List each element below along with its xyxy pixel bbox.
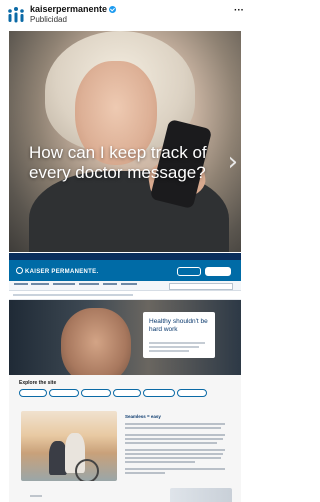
account-name[interactable]: kaiserpermanente [30, 4, 107, 14]
promo-card-text [149, 350, 189, 352]
site-utility-bar [9, 291, 241, 300]
site-search-input[interactable] [169, 283, 233, 290]
feature-text [125, 427, 221, 429]
site-menu-item[interactable] [103, 283, 117, 285]
explore-chip[interactable] [49, 389, 79, 397]
feature-text [125, 457, 221, 459]
more-options-icon[interactable]: ··· [234, 5, 244, 16]
site-logo-text: KAISER PERMANENTE. [25, 269, 99, 275]
explore-chip[interactable] [19, 389, 47, 397]
promo-card-text [149, 342, 205, 344]
next-section-text [30, 495, 42, 497]
explore-chip[interactable] [143, 389, 175, 397]
site-explore-section: Explore the site Seamless = easy [9, 375, 241, 502]
promo-card-title: Healthy shouldn't be hard work [149, 318, 208, 333]
feature-text [125, 453, 223, 455]
explore-chip[interactable] [113, 389, 141, 397]
sponsored-label: Publicidad [30, 15, 67, 24]
post-header: kaiserpermanente Publicidad ··· [0, 0, 249, 30]
feature-text [125, 438, 223, 440]
chevron-right-icon[interactable]: › [228, 149, 238, 175]
explore-chip[interactable] [177, 389, 207, 397]
hero-headline: How can I keep track of every doctor mes… [29, 143, 207, 182]
feature-photo [21, 411, 117, 481]
site-menu-item[interactable] [31, 283, 49, 285]
site-menu-item[interactable] [53, 283, 75, 285]
feature-text [125, 461, 195, 463]
explore-title: Explore the site [19, 380, 57, 386]
site-nav-bar: KAISER PERMANENTE. [9, 260, 241, 281]
feature-text [125, 434, 225, 436]
ad-hero-image[interactable]: How can I keep track of every doctor mes… [9, 31, 241, 252]
photo-wheelchair [75, 459, 99, 481]
account-name-row[interactable]: kaiserpermanente [30, 4, 117, 14]
feature-text [125, 472, 165, 474]
feature-text [125, 449, 225, 451]
site-logo[interactable]: KAISER PERMANENTE. [16, 267, 98, 275]
feature-text [125, 423, 225, 425]
site-menu-item[interactable] [14, 283, 28, 285]
site-promo-banner: Healthy shouldn't be hard work [9, 300, 241, 376]
site-menu-bar [9, 281, 241, 291]
site-register-button[interactable] [177, 267, 201, 276]
next-section-image [170, 488, 232, 502]
feature-text [125, 442, 217, 444]
kaiser-logo-icon[interactable] [6, 5, 26, 25]
promo-card: Healthy shouldn't be hard work [143, 312, 215, 358]
website-preview-image[interactable]: KAISER PERMANENTE. Healthy shouldn't be … [9, 253, 241, 502]
site-menu-item[interactable] [79, 283, 99, 285]
feature-text [125, 468, 225, 470]
site-menu-item[interactable] [121, 283, 137, 285]
promo-person [61, 308, 131, 376]
feature-title: Seamless = easy [125, 414, 161, 419]
site-signin-button[interactable] [205, 267, 231, 276]
verified-badge-icon [109, 6, 117, 13]
site-utility-text [13, 294, 133, 296]
explore-chip[interactable] [81, 389, 111, 397]
promo-card-text [149, 346, 199, 348]
site-logo-mark-icon [16, 267, 23, 274]
site-top-bar [9, 253, 241, 260]
